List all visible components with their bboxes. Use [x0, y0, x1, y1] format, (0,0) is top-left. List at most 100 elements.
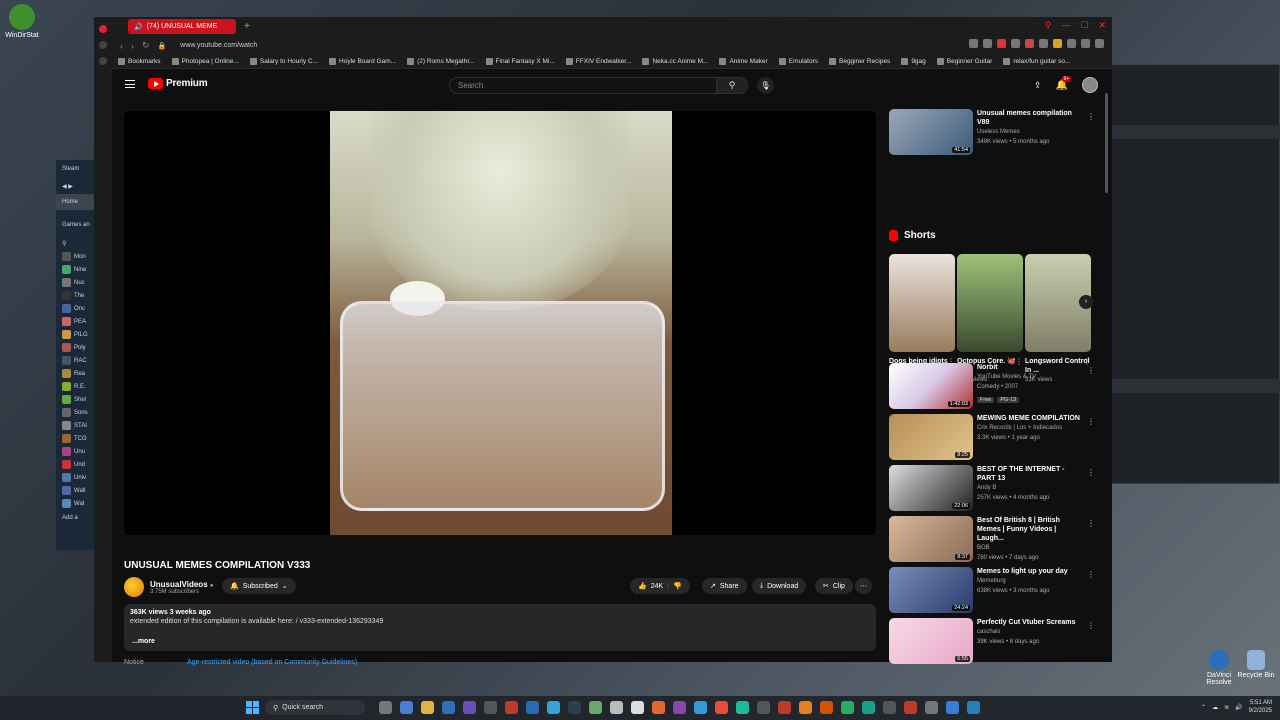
more-vert-icon[interactable]: ⋮: [1087, 621, 1095, 630]
taskbar-app-icon[interactable]: [673, 701, 686, 714]
extension-icon[interactable]: [1053, 39, 1062, 48]
video-player[interactable]: [124, 111, 876, 535]
menu-icon[interactable]: [125, 80, 135, 88]
video-thumbnail[interactable]: 41:54: [889, 109, 973, 155]
extension-icon[interactable]: [969, 39, 978, 48]
volume-icon[interactable]: 🔊: [1235, 704, 1242, 711]
taskbar-app-icon[interactable]: [820, 701, 833, 714]
more-actions-button[interactable]: ⋯: [855, 578, 872, 594]
taskbar-app-icon[interactable]: [967, 701, 980, 714]
clip-button[interactable]: ✂ Clip: [815, 578, 853, 594]
bookmark-item[interactable]: Beginner Guitar: [936, 58, 992, 65]
like-button[interactable]: 👍 24K | 👎: [630, 578, 690, 594]
taskbar-app-icon[interactable]: [484, 701, 497, 714]
taskbar-app-icon[interactable]: [925, 701, 938, 714]
tab-youtube[interactable]: 🔊 (74) UNUSUAL MEME: [128, 19, 236, 34]
bookmark-item[interactable]: relax/fun guitar so...: [1003, 58, 1070, 65]
youtube-premium-logo[interactable]: Premium: [148, 78, 208, 89]
bookmark-item[interactable]: Final Fantasy X Mi...: [485, 58, 555, 65]
scrollbar[interactable]: [1105, 93, 1108, 193]
taskbar-app-icon[interactable]: [610, 701, 623, 714]
extension-icon[interactable]: [983, 39, 992, 48]
steam-game-item[interactable]: Und: [56, 458, 94, 471]
bookmark-item[interactable]: Bookmarks: [118, 58, 161, 65]
steam-nav-arrows[interactable]: ◀ ▶: [56, 178, 94, 194]
background-window[interactable]: [1108, 64, 1280, 484]
bookmark-item[interactable]: Anime Maker: [719, 58, 768, 65]
short-thumbnail[interactable]: [957, 254, 1023, 352]
bookmark-item[interactable]: Neka.cc Anime M...: [642, 58, 708, 65]
back-button[interactable]: ‹: [120, 41, 123, 51]
menu-icon[interactable]: [1095, 39, 1104, 48]
steam-game-item[interactable]: Rea: [56, 367, 94, 380]
steam-game-item[interactable]: Wat: [56, 497, 94, 510]
steam-game-item[interactable]: TCG: [56, 432, 94, 445]
clock[interactable]: 5:51 AM 9/2/2025: [1249, 699, 1272, 715]
taskbar-app-icon[interactable]: [862, 701, 875, 714]
download-icon[interactable]: [1081, 39, 1090, 48]
steam-game-item[interactable]: Onc: [56, 302, 94, 315]
steam-game-item[interactable]: STAI: [56, 419, 94, 432]
next-arrow-button[interactable]: ›: [1079, 295, 1093, 309]
steam-game-item[interactable]: R.E.: [56, 380, 94, 393]
video-thumbnail[interactable]: 1:42:03: [889, 363, 973, 409]
more-vert-icon[interactable]: ⋮: [1087, 366, 1095, 375]
list-item[interactable]: 8:37 Best Of British 8 | British Memes | …: [889, 516, 1099, 564]
steam-game-item[interactable]: RAC: [56, 354, 94, 367]
steam-game-item[interactable]: Wall: [56, 484, 94, 497]
heart-icon[interactable]: [1025, 39, 1034, 48]
steam-game-item[interactable]: Nuc: [56, 276, 94, 289]
steam-add-game[interactable]: Add a: [56, 510, 94, 526]
steam-search-icon[interactable]: ⚲: [56, 236, 94, 250]
taskbar-app-icon[interactable]: [652, 701, 665, 714]
minimize-button[interactable]: —: [1061, 20, 1070, 31]
steam-game-item[interactable]: Univ: [56, 471, 94, 484]
taskbar-app-icon[interactable]: [400, 701, 413, 714]
list-item[interactable]: 22:06 BEST OF THE INTERNET - PART 13 Andy …: [889, 465, 1099, 513]
show-more-button[interactable]: ...more: [132, 638, 155, 645]
quick-search-input[interactable]: ⚲ Quick search: [265, 700, 365, 715]
shield-icon[interactable]: [997, 39, 1006, 48]
download-button[interactable]: ⤓ Download: [752, 578, 807, 594]
tray-chevron-icon[interactable]: ⌃: [1201, 704, 1206, 711]
taskbar-app-icon[interactable]: [463, 701, 476, 714]
bookmark-item[interactable]: Salary to Hourly C...: [249, 58, 318, 65]
bookmark-item[interactable]: Photopea | Online...: [171, 58, 239, 65]
taskbar-app-icon[interactable]: [589, 701, 602, 714]
search-input[interactable]: Search: [449, 77, 717, 94]
cloud-icon[interactable]: ☁: [1212, 704, 1218, 711]
steam-game-item[interactable]: The: [56, 289, 94, 302]
channel-avatar[interactable]: [124, 577, 144, 597]
taskbar-app-icon[interactable]: [799, 701, 812, 714]
steam-game-item[interactable]: Sons: [56, 406, 94, 419]
url-field[interactable]: www.youtube.com/watch: [180, 42, 257, 49]
taskbar-app-icon[interactable]: [421, 701, 434, 714]
steam-home-tab[interactable]: Home: [56, 194, 94, 210]
maximize-button[interactable]: ☐: [1080, 20, 1088, 31]
description-box[interactable]: 363K views 3 weeks ago extended edition …: [124, 604, 876, 651]
list-item[interactable]: 6:55 Perfectly Cut Vtuber Screams caschais…: [889, 618, 1099, 666]
opera-logo-icon[interactable]: [99, 25, 107, 33]
close-button[interactable]: ✕: [1098, 20, 1106, 31]
steam-game-item[interactable]: Nine: [56, 263, 94, 276]
short-thumbnail[interactable]: [889, 254, 955, 352]
forward-button[interactable]: ›: [131, 41, 134, 51]
taskbar-app-icon[interactable]: [568, 701, 581, 714]
taskbar-app-icon[interactable]: [736, 701, 749, 714]
search-tabs-icon[interactable]: ⚲: [1045, 20, 1052, 31]
reload-button[interactable]: ↻: [142, 40, 150, 51]
voice-search-button[interactable]: 🎙: [757, 77, 774, 94]
extension-icon[interactable]: [1011, 39, 1020, 48]
steam-game-item[interactable]: Mon: [56, 250, 94, 263]
taskbar-app-icon[interactable]: [505, 701, 518, 714]
more-vert-icon[interactable]: ⋮: [1087, 417, 1095, 426]
bookmark-item[interactable]: FFXIV Endwalker...: [565, 58, 631, 65]
sidebar-app-icon[interactable]: [99, 41, 107, 49]
taskbar-app-icon[interactable]: [757, 701, 770, 714]
steam-window[interactable]: Steam ◀ ▶ Home Games an ⚲ Mon Nine Nuc The O…: [56, 160, 94, 550]
desktop-icon-windirstat[interactable]: WinDirStat: [0, 4, 44, 39]
more-vert-icon[interactable]: ⋮: [1087, 519, 1095, 528]
desktop-icon-recycle-bin[interactable]: Recycle Bin: [1234, 650, 1278, 679]
steam-game-item[interactable]: PEA: [56, 315, 94, 328]
channel-name[interactable]: UnusualVideos ●: [150, 580, 214, 589]
